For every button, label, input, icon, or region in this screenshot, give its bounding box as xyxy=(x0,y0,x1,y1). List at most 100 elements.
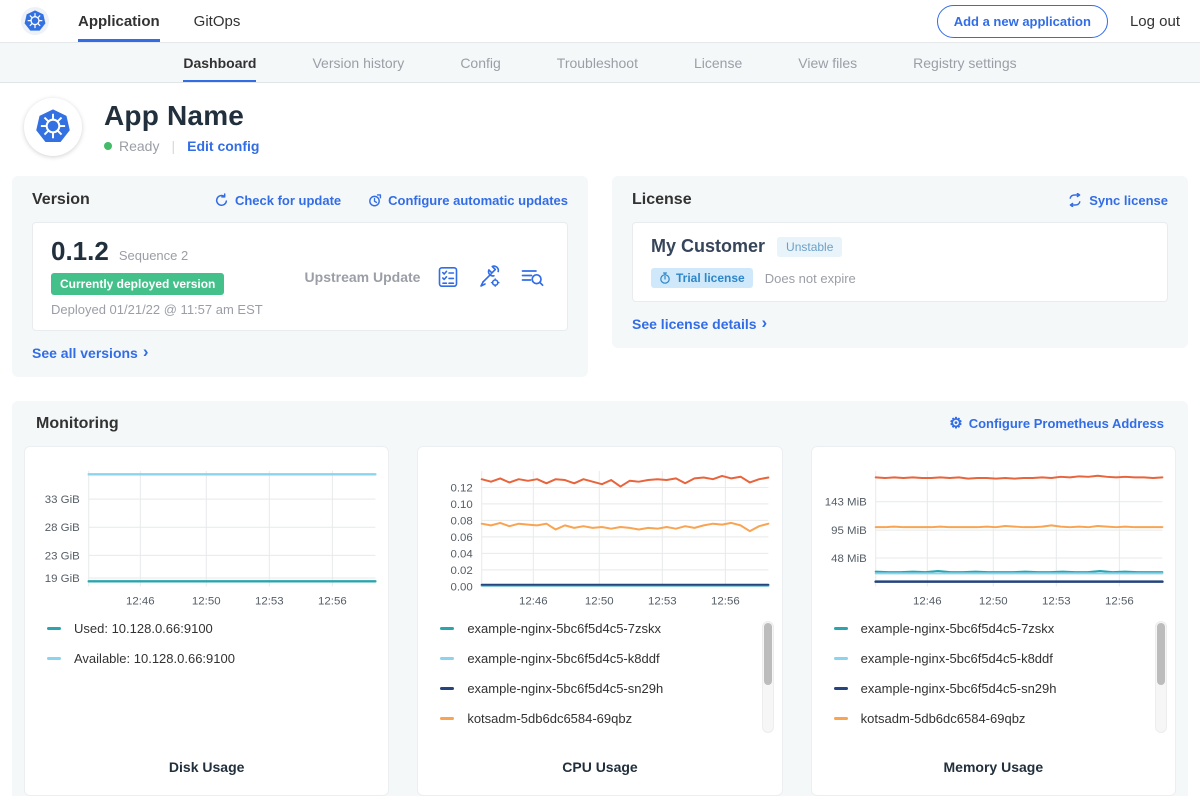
edit-config-values-icon[interactable] xyxy=(478,265,502,289)
scrollbar-thumb[interactable] xyxy=(1157,623,1165,685)
legend-label: example-nginx-5bc6f5d4c5-7zskx xyxy=(861,621,1055,636)
svg-text:0.02: 0.02 xyxy=(451,564,473,576)
legend-swatch-icon xyxy=(834,717,848,720)
kubernetes-logo-icon[interactable] xyxy=(20,6,50,36)
svg-text:0.08: 0.08 xyxy=(451,515,473,527)
chart-legend: example-nginx-5bc6f5d4c5-7zskx example-ng… xyxy=(812,619,1175,726)
svg-text:19 GiB: 19 GiB xyxy=(45,572,80,584)
clock-update-icon xyxy=(367,193,382,208)
legend-swatch-icon xyxy=(47,627,61,630)
monitoring-section: Monitoring ⚙ Configure Prometheus Addres… xyxy=(12,401,1188,796)
chart-legend: example-nginx-5bc6f5d4c5-7zskx example-ng… xyxy=(418,619,781,726)
legend-swatch-icon xyxy=(440,657,454,660)
preflight-checks-icon[interactable] xyxy=(436,265,460,289)
svg-text:0.06: 0.06 xyxy=(451,531,473,543)
svg-text:12:46: 12:46 xyxy=(519,595,548,607)
license-card: License Sync license My Customer Unstabl… xyxy=(612,176,1188,348)
svg-text:12:50: 12:50 xyxy=(585,595,614,607)
monitoring-title: Monitoring xyxy=(36,415,119,433)
trial-license-badge: Trial license xyxy=(651,268,753,288)
tab-version-history[interactable]: Version history xyxy=(312,43,404,82)
top-nav-tabs: Application GitOps xyxy=(78,0,240,42)
tab-license[interactable]: License xyxy=(694,43,742,82)
svg-text:12:50: 12:50 xyxy=(979,595,1008,607)
tab-application[interactable]: Application xyxy=(78,0,160,42)
currently-deployed-badge: Currently deployed version xyxy=(51,273,224,295)
svg-text:12:56: 12:56 xyxy=(711,595,740,607)
tab-registry-settings[interactable]: Registry settings xyxy=(913,43,1016,82)
legend-swatch-icon xyxy=(440,627,454,630)
chart-title: CPU Usage xyxy=(418,759,781,775)
svg-text:12:53: 12:53 xyxy=(255,595,284,607)
svg-text:0.00: 0.00 xyxy=(451,581,473,593)
deployed-timestamp: Deployed 01/21/22 @ 11:57 am EST xyxy=(51,302,289,317)
svg-text:33 GiB: 33 GiB xyxy=(45,494,80,506)
legend-swatch-icon xyxy=(47,657,61,660)
stopwatch-icon xyxy=(659,272,671,284)
disk-usage-chart-card: 19 GiB23 GiB28 GiB33 GiB12:4612:5012:531… xyxy=(24,446,389,796)
svg-text:0.04: 0.04 xyxy=(451,548,474,560)
configure-automatic-updates-link[interactable]: Configure automatic updates xyxy=(367,193,568,208)
legend-label: example-nginx-5bc6f5d4c5-k8ddf xyxy=(467,651,659,666)
edit-config-link[interactable]: Edit config xyxy=(187,138,259,154)
chevron-right-icon: › xyxy=(762,314,768,331)
tab-config[interactable]: Config xyxy=(460,43,500,82)
scrollbar-thumb[interactable] xyxy=(764,623,772,685)
see-all-versions-link[interactable]: See all versions › xyxy=(32,344,149,361)
kubernetes-app-icon xyxy=(31,105,75,149)
legend-item: example-nginx-5bc6f5d4c5-k8ddf xyxy=(834,651,1149,666)
legend-swatch-icon xyxy=(834,657,848,660)
version-card-title: Version xyxy=(32,191,90,209)
legend-swatch-icon xyxy=(834,687,848,690)
memory-usage-chart-card: 48 MiB95 MiB143 MiB12:4612:5012:5312:56 … xyxy=(811,446,1176,796)
cpu-usage-plot: 0.000.020.040.060.080.100.1212:4612:5012… xyxy=(418,459,781,613)
tab-view-files[interactable]: View files xyxy=(798,43,857,82)
gear-icon: ⚙ xyxy=(949,416,962,431)
legend-swatch-icon xyxy=(834,627,848,630)
top-nav: Application GitOps Add a new application… xyxy=(0,0,1200,43)
legend-item: example-nginx-5bc6f5d4c5-7zskx xyxy=(440,621,755,636)
svg-text:12:53: 12:53 xyxy=(648,595,677,607)
sync-license-link[interactable]: Sync license xyxy=(1067,193,1168,208)
logout-button[interactable]: Log out xyxy=(1130,13,1180,30)
upstream-update-label: Upstream Update xyxy=(289,269,436,285)
legend-label: kotsadm-5db6dc6584-69qbz xyxy=(467,711,632,726)
configure-prometheus-link[interactable]: ⚙ Configure Prometheus Address xyxy=(949,416,1164,431)
legend-item: example-nginx-5bc6f5d4c5-sn29h xyxy=(834,681,1149,696)
license-expiry: Does not expire xyxy=(765,271,856,286)
tab-troubleshoot[interactable]: Troubleshoot xyxy=(557,43,638,82)
legend-swatch-icon xyxy=(440,687,454,690)
see-license-details-link[interactable]: See license details › xyxy=(632,315,767,332)
svg-text:23 GiB: 23 GiB xyxy=(45,550,80,562)
disk-usage-plot: 19 GiB23 GiB28 GiB33 GiB12:4612:5012:531… xyxy=(25,459,388,613)
chart-title: Memory Usage xyxy=(812,759,1175,775)
view-deploy-logs-icon[interactable] xyxy=(520,265,545,289)
chevron-right-icon: › xyxy=(143,343,149,360)
status-dot xyxy=(104,142,112,150)
svg-text:12:53: 12:53 xyxy=(1042,595,1071,607)
add-new-application-button[interactable]: Add a new application xyxy=(937,5,1108,38)
legend-item: example-nginx-5bc6f5d4c5-k8ddf xyxy=(440,651,755,666)
chart-title: Disk Usage xyxy=(25,759,388,775)
legend-swatch-icon xyxy=(440,717,454,720)
check-for-update-link[interactable]: Check for update xyxy=(214,193,341,208)
legend-label: Used: 10.128.0.66:9100 xyxy=(74,621,213,636)
refresh-icon xyxy=(214,193,229,208)
legend-label: Available: 10.128.0.66:9100 xyxy=(74,651,235,666)
chart-legend: Used: 10.128.0.66:9100 Available: 10.128.… xyxy=(25,619,388,666)
sync-icon xyxy=(1067,193,1083,207)
version-card: Version Check for update Configure au xyxy=(12,176,588,377)
app-logo xyxy=(24,98,82,156)
legend-scrollbar[interactable] xyxy=(762,621,774,733)
legend-label: example-nginx-5bc6f5d4c5-sn29h xyxy=(861,681,1057,696)
tab-dashboard[interactable]: Dashboard xyxy=(183,43,256,82)
page-title: App Name xyxy=(104,100,259,132)
svg-text:143 MiB: 143 MiB xyxy=(824,496,866,508)
memory-usage-plot: 48 MiB95 MiB143 MiB12:4612:5012:5312:56 xyxy=(812,459,1175,613)
legend-label: example-nginx-5bc6f5d4c5-7zskx xyxy=(467,621,661,636)
legend-item: Available: 10.128.0.66:9100 xyxy=(47,651,362,666)
tab-gitops[interactable]: GitOps xyxy=(194,0,241,42)
app-status: Ready xyxy=(119,138,159,154)
legend-scrollbar[interactable] xyxy=(1155,621,1167,733)
svg-text:0.10: 0.10 xyxy=(451,498,473,510)
